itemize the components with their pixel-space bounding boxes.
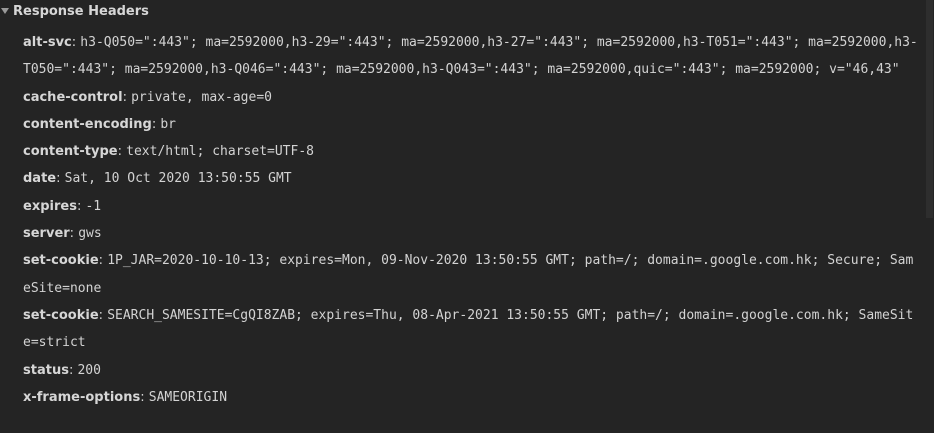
vertical-scrollbar[interactable] <box>924 0 934 433</box>
header-separator: : <box>98 307 104 323</box>
header-value: Sat, 10 Oct 2020 13:50:55 GMT <box>64 171 292 187</box>
header-row-expires: expires: -1 <box>23 193 919 220</box>
header-value: SEARCH_SAMESITE=CgQI8ZAB; expires=Thu, 0… <box>23 307 914 351</box>
header-name: status <box>23 362 69 378</box>
header-row-server: server: gws <box>23 220 919 247</box>
header-value: private, max-age=0 <box>131 89 272 105</box>
header-value: text/html; charset=UTF-8 <box>126 144 314 160</box>
header-name: expires <box>23 198 77 214</box>
header-row-date: date: Sat, 10 Oct 2020 13:50:55 GMT <box>23 165 919 192</box>
header-name: set-cookie <box>23 253 99 269</box>
header-name: set-cookie <box>23 307 99 323</box>
header-row-set-cookie: set-cookie: 1P_JAR=2020-10-10-13; expire… <box>23 247 919 302</box>
header-row-alt-svc: alt-svc: h3-Q050=":443"; ma=2592000,h3-2… <box>23 29 919 84</box>
header-name: alt-svc <box>23 35 72 50</box>
header-value: -1 <box>85 198 102 214</box>
response-headers-section-toggle[interactable]: Response Headers <box>0 0 924 22</box>
header-separator: : <box>151 116 157 132</box>
header-separator: : <box>76 198 82 214</box>
header-row-content-encoding: content-encoding: br <box>23 111 919 138</box>
header-name: x-frame-options <box>23 389 141 405</box>
header-row-x-frame-options: x-frame-options: SAMEORIGIN <box>23 384 919 411</box>
header-name: content-encoding <box>23 116 152 132</box>
header-separator: : <box>69 226 75 242</box>
scrollbar-thumb[interactable] <box>926 0 933 218</box>
header-value: gws <box>78 226 102 242</box>
caret-down-icon <box>1 8 9 14</box>
header-separator: : <box>98 253 104 269</box>
header-separator: : <box>68 362 74 378</box>
section-title: Response Headers <box>13 3 149 19</box>
header-separator: : <box>122 89 127 105</box>
header-separator: : <box>71 35 77 50</box>
header-row-cache-control: cache-control: private, max-age=0 <box>23 84 919 111</box>
header-name: cache-control <box>23 89 123 105</box>
header-separator: : <box>140 389 145 405</box>
header-value: br <box>160 116 177 132</box>
header-row-status: status: 200 <box>23 357 919 384</box>
header-value: h3-Q050=":443"; ma=2592000,h3-29=":443";… <box>23 35 918 78</box>
header-separator: : <box>56 171 61 187</box>
header-name: date <box>23 171 57 187</box>
header-name: content-type <box>23 144 118 160</box>
header-name: server <box>23 226 70 242</box>
header-value: 1P_JAR=2020-10-10-13; expires=Mon, 09-No… <box>23 253 914 296</box>
header-value: SAMEORIGIN <box>148 389 228 405</box>
header-value: 200 <box>77 362 101 378</box>
header-separator: : <box>117 144 122 160</box>
header-row-content-type: content-type: text/html; charset=UTF-8 <box>23 138 919 165</box>
header-row-set-cookie: set-cookie: SEARCH_SAMESITE=CgQI8ZAB; ex… <box>23 302 919 357</box>
response-headers-list: alt-svc: h3-Q050=":443"; ma=2592000,h3-2… <box>23 29 919 411</box>
